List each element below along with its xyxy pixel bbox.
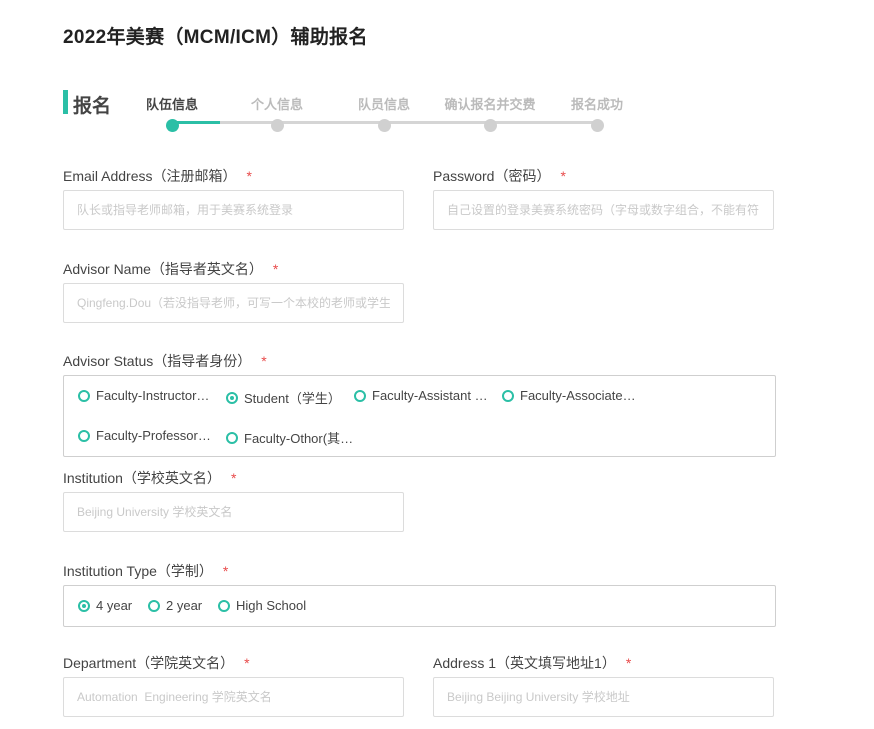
advisor-status-option-professor[interactable]: Faculty-Professor… [78, 428, 211, 443]
advisor-status-option-student[interactable]: Student（学生） [226, 388, 341, 407]
email-label: Email Address（注册邮箱） * [63, 166, 404, 186]
radio-checked-icon [78, 599, 90, 612]
step-label: 队伍信息 [145, 97, 198, 112]
advisor-status-label: Advisor Status（指导者身份） * [63, 351, 267, 371]
step-dot-icon [165, 119, 179, 132]
radio-label: High School [236, 598, 307, 613]
institution-input[interactable] [63, 492, 404, 532]
required-mark: * [222, 563, 229, 579]
advisor-status-option-assistant[interactable]: Faculty-Assistant … [354, 388, 488, 403]
advisor-status-field-group: Advisor Status（指导者身份） * [63, 351, 267, 371]
required-mark: * [246, 168, 252, 184]
step-dot-icon [590, 119, 604, 132]
advisor-name-label: Advisor Name（指导者英文名） * [63, 259, 404, 279]
radio-label: 2 year [166, 598, 203, 613]
radio-label: Faculty-Assistant … [372, 388, 488, 403]
advisor-name-label-text: Advisor Name（指导者英文名） [63, 261, 263, 277]
required-mark: * [560, 168, 566, 184]
department-label: Department（学院英文名） * [63, 653, 404, 673]
required-mark: * [625, 655, 632, 671]
institution-label: Institution（学校英文名） * [63, 468, 404, 488]
password-label: Password（密码） * [433, 166, 774, 186]
institution-field-group: Institution（学校英文名） * [63, 468, 404, 532]
department-field-group: Department（学院英文名） * [63, 653, 404, 717]
advisor-status-option-associate[interactable]: Faculty-Associate… [502, 388, 636, 403]
required-mark: * [244, 655, 250, 671]
step-dot-icon [377, 119, 391, 132]
step-label: 个人信息 [250, 97, 303, 112]
address1-input[interactable] [433, 677, 774, 717]
step-label: 确认报名并交费 [444, 97, 536, 112]
advisor-status-radio-group: Faculty-Instructor… Student（学生） Faculty-… [63, 375, 776, 457]
institution-type-radio-group: 4 year 2 year High School [63, 585, 776, 627]
step-label: 队员信息 [357, 97, 410, 112]
institution-type-option-2-year[interactable]: 2 year [148, 598, 202, 613]
email-field-group: Email Address（注册邮箱） * [63, 166, 404, 230]
address1-label-text: Address 1（英文填写地址1） [433, 655, 616, 671]
advisor-status-option-other[interactable]: Faculty-Othor(其… [226, 428, 353, 447]
institution-type-option-high-school[interactable]: High School [218, 598, 306, 613]
step-member-info[interactable]: 队员信息 [329, 94, 439, 132]
step-dot-icon [483, 119, 497, 132]
email-label-text: Email Address（注册邮箱） [63, 168, 237, 184]
radio-label: Faculty-Othor(其… [244, 431, 354, 446]
address1-label: Address 1（英文填写地址1） * [433, 653, 774, 673]
step-success[interactable]: 报名成功 [542, 94, 652, 132]
required-mark: * [261, 353, 267, 369]
radio-circle-icon [354, 389, 366, 402]
radio-circle-icon [78, 389, 90, 402]
required-mark: * [272, 261, 279, 277]
password-field-group: Password（密码） * [433, 166, 774, 230]
section-title: 报名 [73, 96, 112, 117]
radio-label: Faculty-Associate… [520, 388, 636, 403]
page-title: 2022年美赛（MCM/ICM）辅助报名 [63, 27, 368, 48]
radio-checked-icon [226, 391, 238, 404]
advisor-name-input[interactable] [63, 283, 404, 323]
department-input[interactable] [63, 677, 404, 717]
advisor-status-label-text: Advisor Status（指导者身份） [63, 353, 252, 369]
password-input[interactable] [433, 190, 774, 230]
radio-label: Student（学生） [244, 391, 341, 406]
institution-type-label: Institution Type（学制） * [63, 561, 228, 581]
institution-type-field-group: Institution Type（学制） * [63, 561, 228, 581]
progress-steps: 队伍信息 个人信息 队员信息 确认报名并交费 报名成功 [120, 94, 650, 134]
radio-circle-icon [148, 599, 160, 612]
advisor-status-option-instructor[interactable]: Faculty-Instructor… [78, 388, 209, 403]
advisor-name-field-group: Advisor Name（指导者英文名） * [63, 259, 404, 323]
required-mark: * [230, 470, 237, 486]
email-input[interactable] [63, 190, 404, 230]
radio-label: 4 year [96, 598, 133, 613]
radio-circle-icon [78, 429, 90, 442]
step-label: 报名成功 [570, 97, 623, 112]
radio-label: Faculty-Instructor… [96, 388, 210, 403]
institution-label-text: Institution（学校英文名） [63, 470, 221, 486]
institution-type-label-text: Institution Type（学制） [63, 563, 213, 579]
institution-type-option-4-year[interactable]: 4 year [78, 598, 132, 613]
section-accent-bar [63, 90, 68, 114]
radio-label: Faculty-Professor… [96, 428, 211, 443]
step-personal-info[interactable]: 个人信息 [222, 94, 332, 132]
password-label-text: Password（密码） [433, 168, 551, 184]
radio-circle-icon [218, 599, 230, 612]
step-team-info[interactable]: 队伍信息 [117, 94, 227, 132]
step-confirm-pay[interactable]: 确认报名并交费 [435, 94, 545, 132]
step-dot-icon [270, 119, 284, 132]
department-label-text: Department（学院英文名） [63, 655, 235, 671]
radio-circle-icon [502, 389, 514, 402]
radio-circle-icon [226, 431, 238, 444]
address1-field-group: Address 1（英文填写地址1） * [433, 653, 774, 717]
